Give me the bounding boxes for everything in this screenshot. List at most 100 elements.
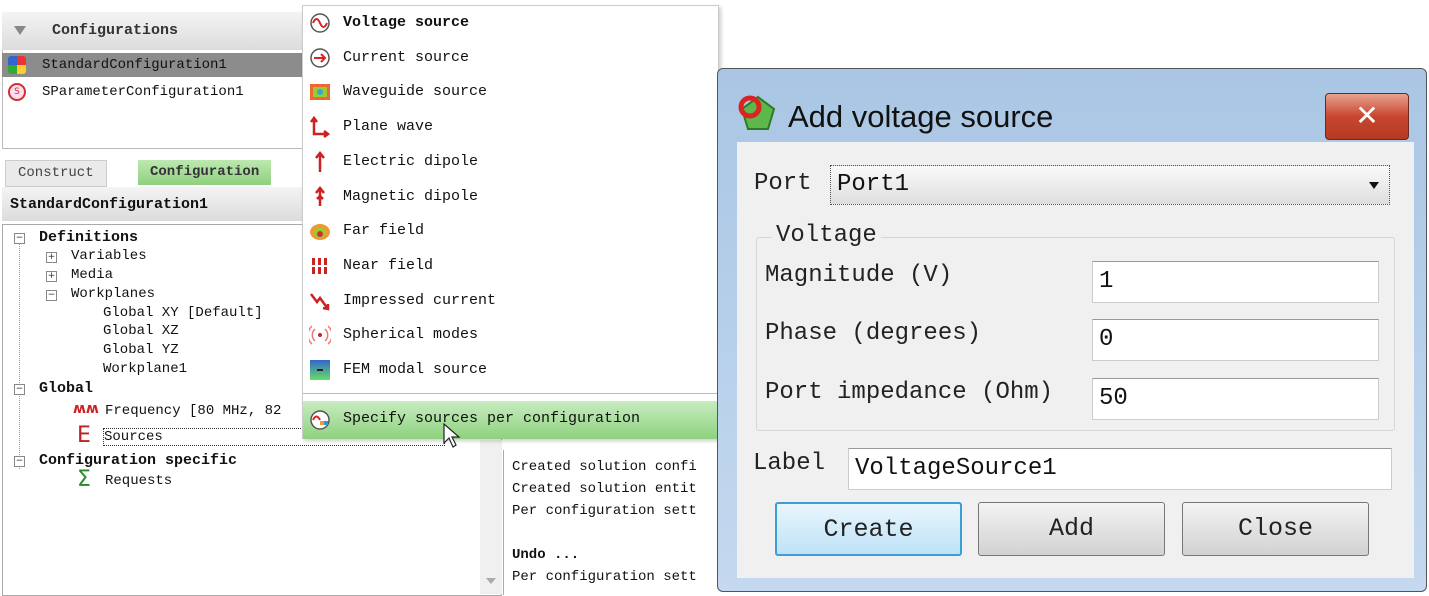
log-line: Per configuration sett [512, 503, 697, 519]
expand-icon[interactable]: + [46, 271, 57, 282]
menu-item-label: Near field [343, 256, 434, 274]
menu-item-spherical-modes[interactable]: Spherical modes [303, 318, 718, 353]
log-line: Undo ... [512, 547, 580, 563]
far-field-icon [309, 220, 331, 242]
label-label: Label [753, 450, 826, 477]
waveguide-source-icon [309, 81, 331, 103]
create-button[interactable]: Create [775, 502, 962, 556]
expand-icon[interactable]: + [46, 252, 57, 263]
collapse-icon[interactable]: − [14, 456, 25, 467]
message-log: Created solution confi Created solution … [503, 450, 718, 595]
tree-item-frequency[interactable]: Frequency [80 MHz, 82 [105, 403, 281, 419]
menu-item-label: Voltage source [343, 14, 470, 31]
config-item-standard[interactable]: StandardConfiguration1 [2, 53, 302, 77]
menu-item-voltage-source[interactable]: Voltage source [303, 6, 718, 41]
voltage-group-title: Voltage [772, 222, 881, 249]
menu-item-magnetic-dipole[interactable]: Magnetic dipole [303, 180, 718, 215]
tree-item-global[interactable]: Global [39, 380, 93, 397]
menu-separator [303, 393, 718, 394]
electric-dipole-icon [309, 150, 331, 173]
tree-item-workplanes[interactable]: Workplanes [71, 286, 155, 302]
add-source-menu: Voltage source Current source Waveguide so… [302, 5, 719, 448]
app-logo-icon [738, 93, 778, 133]
standard-configuration-icon [8, 56, 26, 74]
collapse-icon[interactable]: − [14, 384, 25, 395]
log-line: Created solution entit [512, 481, 697, 497]
scrollbar[interactable] [480, 440, 502, 594]
impedance-input[interactable]: 50 [1092, 378, 1379, 420]
impedance-label: Port impedance (Ohm) [765, 379, 1054, 406]
tree-item-media[interactable]: Media [71, 267, 113, 283]
spherical-modes-icon [307, 324, 333, 346]
port-select[interactable]: Port1 [830, 165, 1390, 205]
magnetic-dipole-icon [309, 185, 331, 208]
menu-item-waveguide-source[interactable]: Waveguide source [303, 75, 718, 110]
collapse-triangle-icon[interactable] [14, 26, 26, 35]
log-line: Per configuration sett [512, 569, 697, 585]
scroll-down-icon[interactable] [486, 578, 496, 584]
port-label: Port [754, 170, 812, 197]
collapse-icon[interactable]: − [14, 233, 25, 244]
magnitude-input[interactable]: 1 [1092, 261, 1379, 303]
menu-item-electric-dipole[interactable]: Electric dipole [303, 145, 718, 180]
tree-item-variables[interactable]: Variables [71, 248, 147, 264]
dialog-title: Add voltage source [788, 99, 1054, 134]
tab-construct[interactable]: Construct [5, 160, 107, 187]
mouse-cursor-icon [443, 422, 461, 454]
menu-item-label: Far field [343, 222, 425, 240]
magnitude-label: Magnitude (V) [765, 262, 953, 289]
port-select-value: Port1 [837, 171, 910, 198]
menu-item-label: Specify sources per configuration [343, 410, 641, 427]
config-label: SParameterConfiguration1 [42, 84, 244, 100]
add-voltage-source-dialog: Add voltage source ✕ Port Port1 Voltage … [717, 68, 1427, 592]
plane-wave-icon [309, 116, 331, 139]
menu-item-specify-sources-per-configuration[interactable]: Specify sources per configuration [303, 401, 718, 448]
menu-item-label: Waveguide source [343, 83, 488, 101]
configurations-header[interactable]: Configurations [2, 12, 302, 50]
menu-item-near-field[interactable]: Near field [303, 249, 718, 284]
chevron-down-icon[interactable] [1369, 182, 1379, 189]
phase-input[interactable]: 0 [1092, 319, 1379, 361]
menu-item-label: Impressed current [343, 291, 497, 309]
tree-item-global-yz[interactable]: Global YZ [103, 342, 179, 358]
menu-item-label: Plane wave [343, 118, 434, 136]
voltage-source-icon [309, 12, 331, 34]
collapse-icon[interactable]: − [46, 290, 57, 301]
menu-item-label: Magnetic dipole [343, 187, 479, 205]
requests-icon: Σ [77, 467, 91, 492]
frequency-icon: ʍʍ [73, 401, 99, 417]
close-button[interactable]: Close [1182, 502, 1369, 556]
tree-item-configuration-specific[interactable]: Configuration specific [39, 452, 237, 469]
menu-item-current-source[interactable]: Current source [303, 41, 718, 76]
tab-configuration[interactable]: Configuration [138, 160, 272, 185]
current-source-icon [309, 47, 331, 69]
menu-item-label: Current source [343, 48, 470, 66]
sources-icon: E [77, 423, 91, 448]
tree-item-requests[interactable]: Requests [105, 473, 172, 489]
menu-item-label: Electric dipole [343, 152, 479, 170]
menu-item-fem-modal-source[interactable]: FEM modal source [303, 353, 718, 388]
fem-modal-source-icon [309, 359, 331, 381]
sparameter-configuration-icon: S [8, 83, 26, 101]
menu-item-impressed-current[interactable]: Impressed current [303, 284, 718, 319]
configurations-title: Configurations [52, 22, 179, 39]
dialog-body: Port Port1 Voltage Magnitude (V) 1 Phase… [737, 142, 1414, 578]
tree-item-global-xz[interactable]: Global XZ [103, 323, 179, 339]
tree-item-workplane1[interactable]: Workplane1 [103, 361, 187, 377]
impressed-current-icon [309, 290, 331, 312]
add-button[interactable]: Add [978, 502, 1165, 556]
menu-item-far-field[interactable]: Far field [303, 214, 718, 249]
tree-item-global-xy[interactable]: Global XY [Default] [103, 305, 263, 321]
specify-sources-icon [309, 409, 331, 431]
menu-item-label: Spherical modes [343, 326, 479, 344]
close-icon[interactable]: ✕ [1325, 93, 1409, 140]
label-input[interactable]: VoltageSource1 [848, 448, 1392, 490]
config-item-sparameter[interactable]: S SParameterConfiguration1 [2, 80, 302, 104]
config-label: StandardConfiguration1 [42, 57, 227, 73]
menu-item-label: FEM modal source [343, 361, 488, 378]
menu-item-plane-wave[interactable]: Plane wave [303, 110, 718, 145]
tree-item-definitions[interactable]: Definitions [39, 229, 138, 246]
log-line: Created solution confi [512, 459, 697, 475]
phase-label: Phase (degrees) [765, 320, 982, 347]
near-field-icon [309, 255, 331, 277]
